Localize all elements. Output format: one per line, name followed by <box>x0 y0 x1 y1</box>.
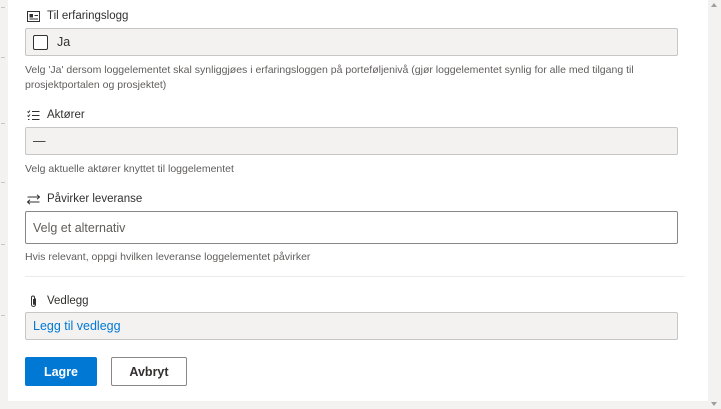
experience-log-help: Velg 'Ja' dersom loggelementet skal synl… <box>25 64 634 91</box>
deliverable-label-text: Påvirker leveranse <box>47 193 143 205</box>
actors-help: Velg aktuelle aktører knyttet til loggel… <box>25 163 234 175</box>
deliverable-dropdown[interactable]: Velg et alternativ <box>25 211 678 244</box>
checkbox-list-icon <box>26 9 40 23</box>
add-attachment-link[interactable]: Legg til vedlegg <box>33 319 121 333</box>
experience-log-checkbox[interactable] <box>33 34 48 50</box>
cancel-button[interactable]: Avbryt <box>111 357 187 386</box>
section-divider <box>25 276 685 277</box>
deliverable-label: Påvirker leveranse <box>26 192 142 206</box>
swap-arrows-icon <box>26 192 40 206</box>
experience-log-label: Til erfaringslogg <box>26 9 128 23</box>
deliverable-help: Hvis relevant, oppgi hvilken leveranse l… <box>25 251 311 263</box>
experience-log-label-text: Til erfaringslogg <box>47 10 129 22</box>
vertical-scrollbar[interactable] <box>708 0 721 409</box>
actors-label-text: Aktører <box>47 109 85 121</box>
paperclip-icon <box>26 294 40 308</box>
attachments-field[interactable]: Legg til vedlegg <box>25 312 678 340</box>
actors-value: — <box>33 134 46 148</box>
actors-label: Aktører <box>26 108 85 122</box>
experience-log-checkbox-field[interactable]: Ja <box>25 28 678 56</box>
attachments-label-text: Vedlegg <box>47 295 89 307</box>
deliverable-placeholder: Velg et alternativ <box>33 220 126 235</box>
scroll-down-icon[interactable] <box>711 402 717 406</box>
experience-log-checkbox-label: Ja <box>57 35 71 49</box>
background-panel-bottom <box>0 401 708 409</box>
background-panel-edge <box>0 0 8 409</box>
actors-field[interactable]: — <box>25 127 678 155</box>
attachments-label: Vedlegg <box>26 294 89 308</box>
scroll-up-icon[interactable] <box>711 3 717 7</box>
list-check-icon <box>26 108 40 122</box>
save-button[interactable]: Lagre <box>25 357 97 386</box>
